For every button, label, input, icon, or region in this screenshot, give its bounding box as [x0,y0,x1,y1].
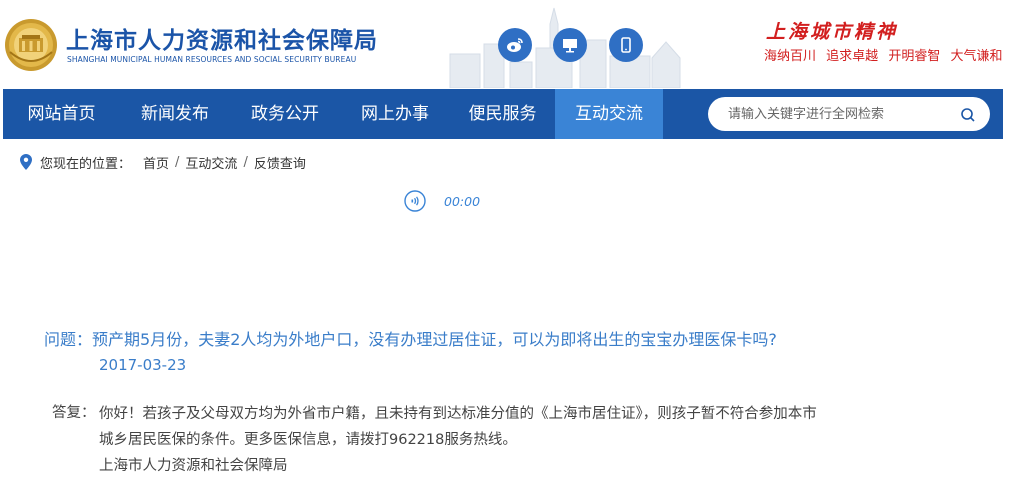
site-title[interactable]: 上海市人力资源和社会保障局 [66,21,378,55]
desktop-icon [563,39,577,53]
slogan-item: 追求卓越 [826,49,879,64]
question-date: 2017-03-23 [99,356,187,374]
site-search [708,97,990,131]
nav-item-online-services[interactable]: 网上办事 [340,89,450,139]
answer-line: 你好！若孩子及父母双方均为外省市户籍，且未持有到达标准分值的《上海市居住证》，则… [99,406,817,422]
nav-item-news[interactable]: 新闻发布 [120,89,230,139]
answer-label: 答复： [52,405,96,421]
mobile-button[interactable] [609,28,643,62]
question: 问题：预产期5月份，夫妻2人均为外地户口，没有办理过居住证，可以为即将出生的宝宝… [44,326,777,350]
breadcrumb: 您现在的位置： 首页 / 互动交流 / 反馈查询 [20,152,306,172]
answer-line: 城乡居民医保的条件。更多医保信息，请拨打962218服务热线。 [99,432,517,448]
bureau-emblem-icon[interactable] [4,18,58,72]
weibo-button[interactable] [498,28,532,62]
nav-item-home[interactable]: 网站首页 [3,89,120,139]
answer-body: 你好！若孩子及父母双方均为外省市户籍，且未持有到达标准分值的《上海市居住证》，则… [99,401,919,479]
slogan-item: 海纳百川 [764,49,817,64]
nav-item-government[interactable]: 政务公开 [230,89,340,139]
question-label: 问题： [44,330,93,349]
search-icon[interactable] [960,107,976,123]
site-header: 上海市人力资源和社会保障局 SHANGHAI MUNICIPAL HUMAN R… [0,0,1021,88]
site-subtitle-en: SHANGHAI MUNICIPAL HUMAN RESOURCES AND S… [67,55,357,64]
speaker-play-icon[interactable] [404,190,426,212]
weibo-icon [507,38,523,52]
answer-signature: 上海市人力资源和社会保障局 [99,458,288,474]
breadcrumb-label: 您现在的位置： [40,156,132,172]
city-spirit-items: 海纳百川 追求卓越 开明睿智 大气谦和 [764,45,1008,64]
desktop-button[interactable] [553,28,587,62]
breadcrumb-separator: / [175,154,180,170]
slogan-item: 开明睿智 [888,49,941,64]
search-input[interactable] [728,97,948,131]
breadcrumb-interaction[interactable]: 互动交流 [185,153,237,172]
mobile-icon [621,37,631,53]
question-text: 预产期5月份，夫妻2人均为外地户口，没有办理过居住证，可以为即将出生的宝宝办理医… [92,330,777,349]
nav-item-interaction[interactable]: 互动交流 [555,89,663,139]
audio-player: 00:00 [404,190,480,212]
breadcrumb-feedback[interactable]: 反馈查询 [254,153,306,172]
city-spirit-slogan: 上海城市精神 [766,21,899,43]
audio-time: 00:00 [444,193,481,209]
location-pin-icon [20,154,32,170]
breadcrumb-home[interactable]: 首页 [143,153,169,172]
nav-item-public-services[interactable]: 便民服务 [450,89,555,139]
slogan-item: 大气谦和 [950,49,1003,64]
breadcrumb-separator: / [243,154,248,170]
